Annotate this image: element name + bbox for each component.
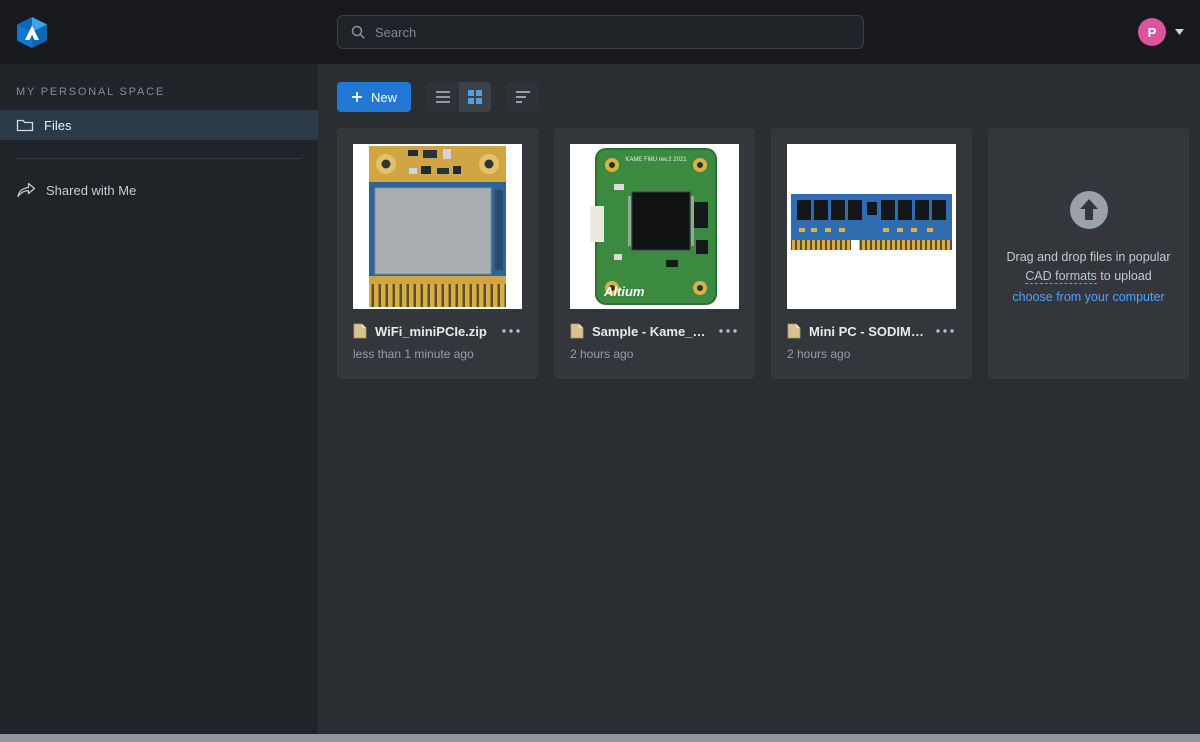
- file-card[interactable]: Mini PC - SODIMM... 2 hours ago: [771, 128, 972, 379]
- new-button-label: New: [371, 90, 397, 105]
- file-name: Mini PC - SODIMM...: [809, 324, 926, 339]
- sidebar-item-shared-with-me[interactable]: Shared with Me: [0, 175, 318, 205]
- list-view-icon: [435, 90, 451, 104]
- list-view-button[interactable]: [427, 82, 459, 112]
- more-button[interactable]: [717, 327, 739, 335]
- kame-fmu-board-image: KAME FMU rev.2 2021 Altium: [570, 144, 739, 309]
- sidebar-shared-label: Shared with Me: [46, 183, 136, 198]
- more-button[interactable]: [934, 327, 956, 335]
- file-name-row: WiFi_miniPCIe.zip: [353, 323, 522, 339]
- file-thumbnail: KAME FMU rev.2 2021 Altium: [570, 144, 739, 309]
- wifi-minipcie-board-image: [353, 144, 522, 309]
- app-logo-icon[interactable]: [14, 14, 50, 50]
- caret-down-icon[interactable]: [1175, 29, 1184, 35]
- search-input[interactable]: [375, 25, 851, 40]
- file-grid: WiFi_miniPCIe.zip less than 1 minute ago: [337, 128, 1200, 379]
- plus-icon: [351, 91, 363, 103]
- share-icon: [16, 182, 36, 198]
- board-brand-text: Altium: [603, 284, 645, 299]
- file-name-row: Mini PC - SODIMM...: [787, 323, 956, 339]
- sort-icon: [515, 90, 531, 104]
- file-icon: [570, 323, 584, 339]
- avatar[interactable]: P: [1138, 18, 1166, 46]
- board-silkscreen-label: KAME FMU rev.2 2021: [625, 157, 687, 163]
- sodimm-board-image: [787, 144, 956, 309]
- grid-view-button[interactable]: [459, 82, 491, 112]
- space-section-label: MY PERSONAL SPACE: [0, 64, 318, 110]
- upload-line1: Drag and drop files in popular: [1007, 250, 1171, 264]
- upload-instructions: Drag and drop files in popular CAD forma…: [1001, 248, 1177, 307]
- sort-button[interactable]: [507, 82, 539, 112]
- more-button[interactable]: [500, 327, 522, 335]
- upload-to-upload: to upload: [1100, 269, 1151, 283]
- file-name-row: Sample - Kame_FM...: [570, 323, 739, 339]
- avatar-initial: P: [1148, 25, 1157, 40]
- user-menu[interactable]: P: [1138, 18, 1184, 46]
- file-thumbnail: [353, 144, 522, 309]
- cad-formats-link[interactable]: CAD formats: [1025, 269, 1097, 284]
- grid-view-icon: [468, 90, 482, 104]
- file-card[interactable]: WiFi_miniPCIe.zip less than 1 minute ago: [337, 128, 538, 379]
- file-icon: [787, 323, 801, 339]
- file-thumbnail: [787, 144, 956, 309]
- new-button[interactable]: New: [337, 82, 411, 112]
- toolbar: New: [337, 82, 1200, 112]
- search-bar: [337, 15, 864, 49]
- search-icon: [350, 24, 366, 40]
- sidebar: MY PERSONAL SPACE Files Shared with Me: [0, 64, 318, 734]
- file-card[interactable]: KAME FMU rev.2 2021 Altium: [554, 128, 755, 379]
- sidebar-item-files[interactable]: Files: [0, 110, 318, 140]
- sidebar-divider: [16, 158, 302, 159]
- file-modified-time: less than 1 minute ago: [353, 347, 522, 361]
- folder-icon: [16, 117, 34, 133]
- file-icon: [353, 323, 367, 339]
- file-name: Sample - Kame_FM...: [592, 324, 709, 339]
- top-bar: P: [0, 0, 1200, 64]
- upload-dropzone[interactable]: Drag and drop files in popular CAD forma…: [988, 128, 1189, 379]
- window-bottom-edge: [0, 734, 1200, 742]
- upload-icon: [1069, 190, 1109, 230]
- choose-from-computer-link[interactable]: choose from your computer: [1001, 288, 1177, 307]
- file-modified-time: 2 hours ago: [787, 347, 956, 361]
- content-area: New: [318, 64, 1200, 734]
- file-name: WiFi_miniPCIe.zip: [375, 324, 492, 339]
- view-toggle: [427, 82, 491, 112]
- sidebar-files-label: Files: [44, 118, 71, 133]
- file-modified-time: 2 hours ago: [570, 347, 739, 361]
